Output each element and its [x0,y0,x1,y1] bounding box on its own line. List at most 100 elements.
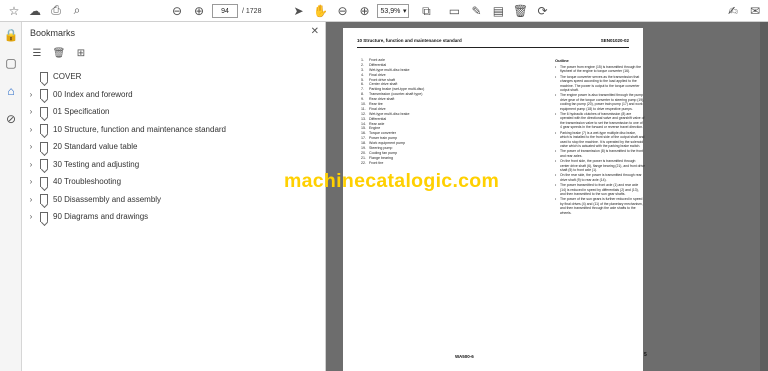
outline-text: Parking brake (7) is a wet-type multiple… [560,130,645,148]
bookmark-icon [40,159,48,170]
footer-left: WA500-6 [455,354,474,359]
fit-page-icon[interactable]: ⧉ [417,2,435,20]
outline-paragraph: • On the front side, the power is transmi… [555,159,645,172]
top-toolbar: ☆ ☁ ⎙ ⌕ ⊖ ⊕ 94 / 1728 ➤ ✋ ⊖ ⊕ 53,9% ▾ ⧉ ▭… [0,0,768,22]
outline-paragraph: • The power of transmission (8) is transm… [555,149,645,158]
document-page: 10 Structure, function and maintenance s… [343,28,647,371]
outline-paragraph: • The engine power is also transmitted th… [555,93,645,111]
bookmark-label: 40 Troubleshooting [53,177,122,187]
select-cursor-icon[interactable]: ➤ [289,2,307,20]
bookmark-item[interactable]: › 90 Diagrams and drawings [26,208,322,226]
zoom-value: 53,9% [380,7,401,15]
outline-text: The torque converter serves as the trans… [560,74,640,93]
bookmark-icon [40,124,48,135]
next-page-icon[interactable]: ⊕ [190,2,208,20]
chevron-right-icon[interactable]: › [26,160,36,169]
bookmark-list: COVER › 00 Index and foreword › 01 Specifica… [26,68,322,226]
lock-icon[interactable]: 🔒 [2,26,20,44]
options-menu-icon[interactable]: ☰ [30,46,44,60]
chevron-right-icon[interactable]: › [26,107,36,116]
outline-text: The power of transmission (8) is transmi… [560,149,644,158]
vertical-scrollbar[interactable] [760,22,768,371]
pen-icon[interactable]: ✎ [467,2,485,20]
bookmark-label: 90 Diagrams and drawings [53,212,149,222]
chevron-down-icon: ▾ [402,8,407,15]
total-pages-label: / 1728 [242,7,262,15]
bookmark-item[interactable]: › 30 Testing and adjusting [26,156,322,174]
zoom-out-icon[interactable]: ⊖ [333,2,351,20]
upload-cloud-icon[interactable]: ☁ [26,2,44,20]
outline-paragraph: • Parking brake (7) is a wet-type multipl… [555,131,645,149]
prev-page-icon[interactable]: ⊖ [168,2,186,20]
bookmark-star-icon[interactable]: ☆ [5,2,23,20]
chevron-right-icon[interactable]: › [26,90,36,99]
bookmark-icon [40,176,48,187]
document-viewer[interactable]: 10 Structure, function and maintenance s… [326,22,768,371]
new-bookmark-icon[interactable]: ⊞ [74,46,88,60]
outline-text: On the front side, the power is transmit… [560,159,645,172]
sign-icon[interactable]: ✍ [724,2,742,20]
chevron-right-icon[interactable]: › [26,195,36,204]
hand-tool-icon[interactable]: ✋ [311,2,329,20]
print-icon[interactable]: ⎙ [47,2,65,20]
page-number-input[interactable]: 94 [212,4,238,18]
legend-row: 22. Front tire [361,161,471,166]
bookmark-label: 10 Structure, function and maintenance s… [53,124,226,134]
outline-paragraph: • The power of the sun gears is further r… [555,197,645,215]
close-icon[interactable]: ✕ [311,26,319,37]
outline-paragraph: • The power from engine (15) is transmitt… [555,65,645,74]
bookmark-label: 00 Index and foreword [53,89,133,99]
chevron-right-icon[interactable]: › [26,142,36,151]
bookmark-label: 50 Disassembly and assembly [53,194,162,204]
left-rail: 🔒 ▢ ⌂ ⊘ [0,22,22,371]
outline-paragraph: • The torque converter serves as the tran… [555,75,645,93]
search-icon[interactable]: ⌕ [68,2,86,20]
bookmarks-panel: Bookmarks ✕ ☰ 🗑 ⊞ COVER › 00 Index and for… [22,22,326,371]
chevron-right-icon[interactable]: › [26,212,36,221]
chevron-right-icon[interactable]: › [26,125,36,134]
outline-text: The power transmitted to front axle (1) … [560,183,639,196]
outline-paragraph: • The power transmitted to front axle (1)… [555,183,645,196]
bookmark-label: 01 Specification [53,107,110,117]
outline-text: The power of the sun gears is further re… [560,197,643,215]
attachment-icon[interactable]: ⊘ [2,110,20,128]
bookmark-item[interactable]: › 10 Structure, function and maintenance … [26,121,322,139]
delete-bookmark-icon[interactable]: 🗑 [52,46,66,60]
zoom-in-icon[interactable]: ⊕ [355,2,373,20]
outline-text: On the rear side, the power is transmitt… [560,173,642,182]
bookmark-item[interactable]: › 50 Disassembly and assembly [26,191,322,209]
watermark-text: machinecatalogic.com [284,170,500,192]
bookmark-item[interactable]: › 40 Troubleshooting [26,173,322,191]
bookmarks-icon[interactable]: ⌂ [2,82,20,100]
page-header: 10 Structure, function and maintenance s… [357,38,629,48]
panel-toolbar: ☰ 🗑 ⊞ [30,46,88,60]
bookmark-label: COVER [53,72,82,82]
comment-icon[interactable]: ▭ [445,2,463,20]
bookmark-item[interactable]: › 01 Specification [26,103,322,121]
delete-icon[interactable]: 🗑 [511,2,529,20]
bookmark-icon [40,89,48,100]
rotate-icon[interactable]: ⟳ [533,2,551,20]
bookmark-item[interactable]: › 00 Index and foreword [26,86,322,104]
bookmark-item[interactable]: COVER [26,68,322,86]
bookmark-label: 20 Standard value table [53,142,138,152]
parts-legend: 1. Front axle 2. Differential 3. Wet-type mul… [361,58,471,166]
outline-section: Outline • The power from engine (15) is t… [555,58,645,216]
panel-title: Bookmarks [30,28,76,38]
outline-text: The 6 hydraulic clutches of transmission… [560,112,645,130]
header-left: 10 Structure, function and maintenance s… [357,38,462,43]
mail-icon[interactable]: ✉ [746,2,764,20]
chevron-right-icon[interactable]: › [26,177,36,186]
bookmark-icon [40,211,48,222]
outline-title: Outline [555,58,569,63]
outline-paragraph: • The 6 hydraulic clutches of transmissio… [555,112,645,130]
legend-number: 22. [361,160,366,165]
bookmark-label: 30 Testing and adjusting [53,159,140,169]
zoom-select[interactable]: 53,9% ▾ [377,4,410,18]
highlight-icon[interactable]: ▤ [489,2,507,20]
pages-icon[interactable]: ▢ [2,54,20,72]
outline-paragraph: • On the rear side, the power is transmit… [555,173,645,182]
bookmark-icon [40,141,48,152]
footer-right: 5 [644,352,647,358]
bookmark-item[interactable]: › 20 Standard value table [26,138,322,156]
